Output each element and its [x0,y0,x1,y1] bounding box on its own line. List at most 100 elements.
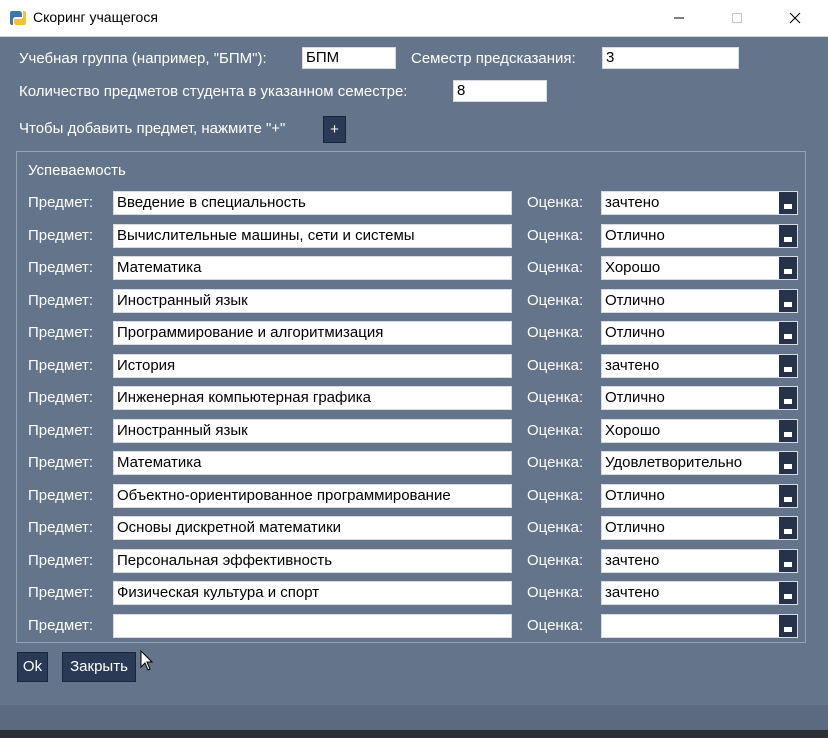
grade-label: Оценка: [527,454,584,471]
semester-label: Семестр предсказания: [411,50,576,67]
subject-input[interactable]: Персональная эффективность [113,549,512,573]
chevron-down-icon[interactable] [779,550,797,572]
grade-label: Оценка: [527,357,584,374]
subject-label: Предмет: [28,422,94,439]
grade-select[interactable]: Отлично [601,516,798,540]
grade-select[interactable]: Отлично [601,224,798,248]
grade-select[interactable]: Отлично [601,484,798,508]
minimize-button[interactable] [656,0,702,36]
semester-input[interactable]: 3 [602,47,739,69]
chevron-down-icon[interactable] [779,290,797,312]
app-icon [9,9,27,27]
grade-label: Оценка: [527,292,584,309]
grade-select-value: Отлично [605,324,665,341]
close-window-button[interactable] [772,0,818,36]
close-icon [789,12,801,24]
window-titlebar[interactable]: Скоринг учащегося [0,0,828,37]
grade-label: Оценка: [527,519,584,536]
grade-label: Оценка: [527,389,584,406]
grade-row: Предмет: Оценка: [0,614,828,638]
window-title: Скоринг учащегося [33,9,158,25]
grade-label: Оценка: [527,259,584,276]
maximize-button[interactable] [714,0,760,36]
grade-select[interactable]: зачтено [601,191,798,215]
subject-input[interactable]: Введение в специальность [113,191,512,215]
subject-input[interactable]: Объектно-ориентированное программировани… [113,484,512,508]
grade-select[interactable]: зачтено [601,581,798,605]
grade-select-value: Отлично [605,292,665,309]
grade-label: Оценка: [527,617,584,634]
chevron-down-icon[interactable] [779,257,797,279]
maximize-icon [732,13,742,23]
grade-row: Предмет: Инженерная компьютерная графика О… [0,386,828,410]
subject-label: Предмет: [28,617,94,634]
grade-label: Оценка: [527,324,584,341]
grade-row: Предмет: Математика Оценка: Удовлетворитель… [0,451,828,475]
grade-select-value: Отлично [605,519,665,536]
subject-label: Предмет: [28,324,94,341]
grade-row: Предмет: Математика Оценка: Хорошо [0,256,828,280]
grade-row: Предмет: Вычислительные машины, сети и си… [0,224,828,248]
subject-input[interactable] [113,614,512,638]
grade-select-value: Хорошо [605,422,661,439]
grade-select-value: зачтено [605,584,660,601]
grade-select-value: Отлично [605,227,665,244]
grade-select[interactable]: зачтено [601,354,798,378]
chevron-down-icon[interactable] [779,192,797,214]
chevron-down-icon[interactable] [779,452,797,474]
subject-input[interactable]: Физическая культура и спорт [113,581,512,605]
grade-select[interactable]: Отлично [601,289,798,313]
grade-row: Предмет: Физическая культура и спорт Оценк… [0,581,828,605]
chevron-down-icon[interactable] [779,387,797,409]
grade-row: Предмет: Персональная эффективность Оценка… [0,549,828,573]
subject-input[interactable]: Математика [113,451,512,475]
grade-select[interactable] [601,614,798,638]
close-button[interactable]: Закрыть [62,652,136,682]
grade-label: Оценка: [527,584,584,601]
grades-frame-title: Успеваемость [28,162,126,179]
grade-select-value: зачтено [605,357,660,374]
chevron-down-icon[interactable] [779,615,797,637]
subject-input[interactable]: Программирование и алгоритмизация [113,321,512,345]
grade-select[interactable]: Хорошо [601,419,798,443]
grade-select[interactable]: Отлично [601,386,798,410]
subject-input[interactable]: Иностранный язык [113,289,512,313]
subject-label: Предмет: [28,227,94,244]
subject-input[interactable]: История [113,354,512,378]
subject-input[interactable]: Математика [113,256,512,280]
grade-select-value: Отлично [605,389,665,406]
grade-row: Предмет: Основы дискретной математики Оцен… [0,516,828,540]
count-input[interactable]: 8 [453,80,547,102]
grade-select[interactable]: Удовлетворительно [601,451,798,475]
grade-select[interactable]: зачтено [601,549,798,573]
chevron-down-icon[interactable] [779,420,797,442]
chevron-down-icon[interactable] [779,582,797,604]
group-label: Учебная группа (например, "БПМ"): [19,50,267,67]
subject-label: Предмет: [28,584,94,601]
subject-input[interactable]: Инженерная компьютерная графика [113,386,512,410]
ok-button[interactable]: Ok [17,652,48,682]
chevron-down-icon[interactable] [779,322,797,344]
grade-row: Предмет: Иностранный язык Оценка: Хорошо [0,419,828,443]
chevron-down-icon[interactable] [779,355,797,377]
grade-row: Предмет: Программирование и алгоритмизаци… [0,321,828,345]
subject-label: Предмет: [28,552,94,569]
subject-label: Предмет: [28,194,94,211]
grade-select[interactable]: Хорошо [601,256,798,280]
chevron-down-icon[interactable] [779,485,797,507]
grade-select-value: Отлично [605,487,665,504]
subject-input[interactable]: Вычислительные машины, сети и системы [113,224,512,248]
add-subject-button[interactable]: + [323,116,346,143]
subject-input[interactable]: Основы дискретной математики [113,516,512,540]
group-input[interactable]: БПМ [302,47,396,69]
grade-select[interactable]: Отлично [601,321,798,345]
add-hint-label: Чтобы добавить предмет, нажмите "+" [19,120,286,137]
grade-select-value: Удовлетворительно [605,454,743,471]
subject-label: Предмет: [28,292,94,309]
grade-label: Оценка: [527,487,584,504]
chevron-down-icon[interactable] [779,225,797,247]
subject-input[interactable]: Иностранный язык [113,419,512,443]
grade-label: Оценка: [527,227,584,244]
chevron-down-icon[interactable] [779,517,797,539]
grade-row: Предмет: Введение в специальность Оценка: з… [0,191,828,215]
